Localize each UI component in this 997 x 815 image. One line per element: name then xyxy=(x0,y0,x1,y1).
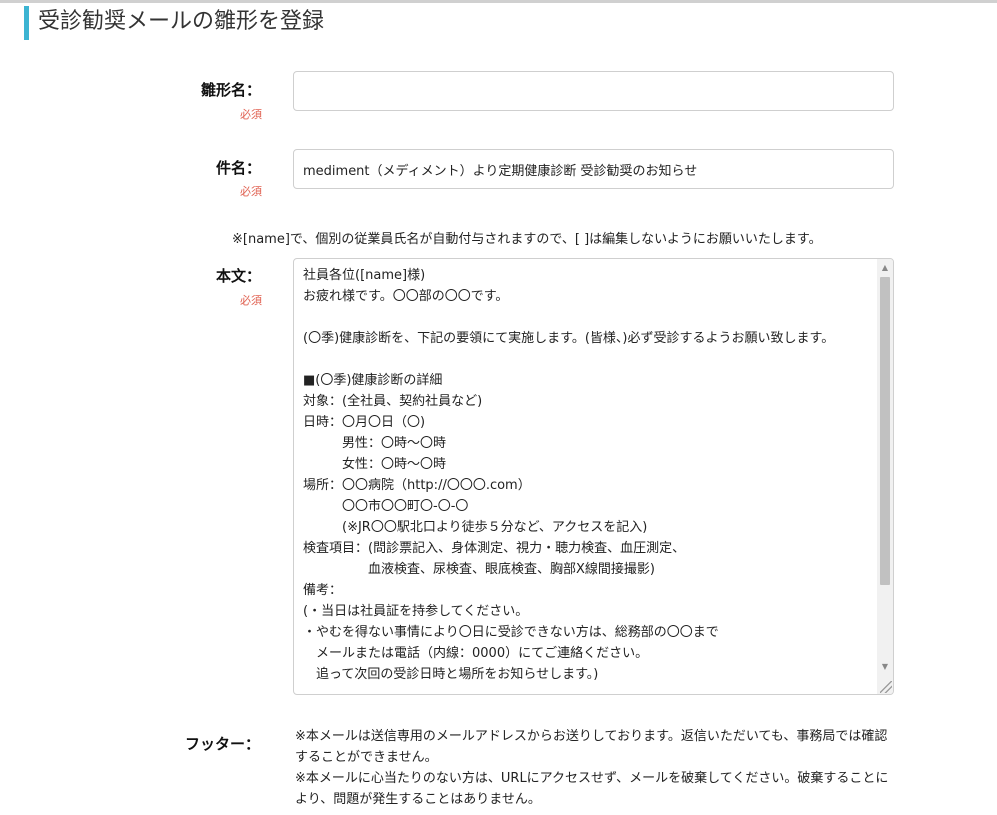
footer-text: ※本メールは送信専用のメールアドレスからお送りしております。返信いただいても、事… xyxy=(295,726,890,810)
body-line: 〇〇市〇〇町〇-〇-〇 xyxy=(303,499,469,514)
scroll-thumb[interactable] xyxy=(880,277,890,585)
body-line xyxy=(303,307,871,328)
scroll-up-arrow-icon[interactable]: ▲ xyxy=(877,261,893,275)
body-line: お疲れ様です。〇〇部の〇〇です。 xyxy=(303,289,509,304)
body-line: ・やむを得ない事情により〇日に受診できない方は、総務部の〇〇まで xyxy=(303,625,719,640)
template-name-label: 雛形名： xyxy=(201,81,262,99)
body-scrollbar[interactable]: ▲ ▼ xyxy=(877,259,893,694)
subject-input[interactable] xyxy=(293,149,894,189)
scroll-down-arrow-icon[interactable]: ▼ xyxy=(877,660,893,674)
body-line: ■(〇季)健康診断の詳細 xyxy=(303,373,443,388)
template-name-required-badge: 必須 xyxy=(240,108,262,121)
body-line: (・当日は社員証を持参してください。 xyxy=(303,604,529,619)
body-line: 対象：(全社員、契約社員など) xyxy=(303,394,483,409)
template-name-input[interactable] xyxy=(293,71,894,111)
body-line: 検査項目：(問診票記入、身体測定、視力・聴力検査、血圧測定、 xyxy=(303,541,686,556)
footer-label: フッター： xyxy=(185,735,261,753)
body-line: (※JR〇〇駅北口より徒歩５分など、アクセスを記入) xyxy=(303,520,648,535)
body-line: 場所：〇〇病院（http://〇〇〇.com） xyxy=(303,478,531,493)
name-placeholder-note: ※[name]で、個別の従業員氏名が自動付与されますので、[ ]は編集しないよう… xyxy=(232,232,822,247)
footer-line: ※本メールに心当たりのない方は、URLにアクセスせず、メールを破棄してください。… xyxy=(295,771,889,807)
body-line: 男性：〇時～〇時 xyxy=(303,436,447,451)
body-line: 社員各位([name]様) xyxy=(303,268,426,283)
subject-label: 件名： xyxy=(216,159,262,177)
subject-required-badge: 必須 xyxy=(240,185,262,198)
body-text-content[interactable]: 社員各位([name]様) お疲れ様です。〇〇部の〇〇です。 (〇季)健康診断を、下… xyxy=(303,265,871,685)
top-divider xyxy=(0,0,997,3)
body-line: 血液検査、尿検査、眼底検査、胸部X線間接撮影) xyxy=(303,562,655,577)
body-required-badge: 必須 xyxy=(240,294,262,307)
resize-grip-icon[interactable] xyxy=(880,681,892,693)
body-line: 日時：〇月〇日（〇) xyxy=(303,415,426,430)
title-accent-bar xyxy=(24,6,29,40)
body-textarea[interactable]: 社員各位([name]様) お疲れ様です。〇〇部の〇〇です。 (〇季)健康診断を、下… xyxy=(293,258,894,695)
page-title: 受診勧奨メールの雛形を登録 xyxy=(38,9,325,34)
body-line: 備考： xyxy=(303,583,343,598)
footer-line: ※本メールは送信専用のメールアドレスからお送りしております。返信いただいても、事… xyxy=(295,729,888,765)
body-line: 女性：〇時～〇時 xyxy=(303,457,447,472)
body-line: 追って次回の受診日時と場所をお知らせします。) xyxy=(303,667,599,682)
body-line xyxy=(303,349,871,370)
body-label: 本文： xyxy=(216,267,262,285)
body-line: (〇季)健康診断を、下記の要領にて実施します。(皆様、)必ず受診するようお願い致… xyxy=(303,331,835,346)
body-line: メールまたは電話（内線：0000）にてご連絡ください。 xyxy=(303,646,649,661)
